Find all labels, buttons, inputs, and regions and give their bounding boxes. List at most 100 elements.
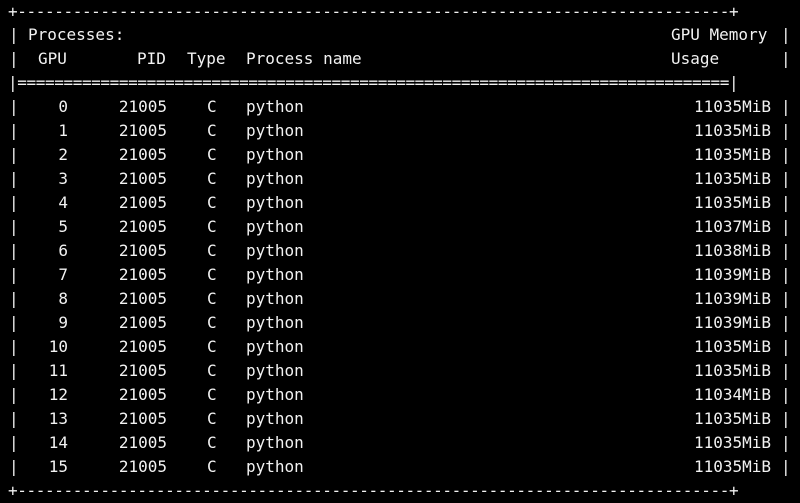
table-border-right: | (781, 265, 791, 284)
table-border-right: | (781, 337, 791, 356)
table-border-left: | (9, 193, 19, 212)
process-name: python (246, 97, 304, 116)
process-name: python (246, 337, 304, 356)
gpu-memory-usage: 11039MiB (693, 313, 771, 332)
table-row: | 3 21005 Cpython 11035MiB | (0, 167, 800, 191)
gpu-index: 8 (58, 289, 68, 308)
process-pid: 21005 (118, 145, 167, 164)
table-border-right: | (781, 97, 791, 116)
table-border-right: | (781, 289, 791, 308)
table-border-left: | (9, 49, 19, 68)
process-pid: 21005 (118, 193, 167, 212)
process-pid: 21005 (118, 457, 167, 476)
process-type: C (207, 385, 217, 404)
process-type: C (207, 241, 217, 260)
process-pid: 21005 (118, 265, 167, 284)
gpu-index: 3 (58, 169, 68, 188)
table-row: | 14 21005 Cpython 11035MiB | (0, 431, 800, 455)
process-type: C (207, 97, 217, 116)
process-type: C (207, 337, 217, 356)
process-name: python (246, 265, 304, 284)
table-border-left: | (9, 265, 19, 284)
process-pid: 21005 (118, 313, 167, 332)
table-border-right: | (781, 49, 791, 68)
gpu-index: 1 (58, 121, 68, 140)
gpu-index: 12 (48, 385, 68, 404)
table-border-right: | (781, 241, 791, 260)
gpu-index: 5 (58, 217, 68, 236)
table-row: | 7 21005 Cpython 11039MiB | (0, 263, 800, 287)
gpu-memory-header: GPU Memory (671, 25, 768, 44)
gpu-index: 15 (48, 457, 68, 476)
process-type: C (207, 217, 217, 236)
column-header-gpu: GPU (38, 49, 67, 68)
process-pid: 21005 (118, 385, 167, 404)
process-pid: 21005 (118, 409, 167, 428)
table-row: | 8 21005 Cpython 11039MiB | (0, 287, 800, 311)
gpu-memory-usage: 11035MiB (693, 169, 771, 188)
process-type: C (207, 145, 217, 164)
table-row: | 9 21005 Cpython 11039MiB | (0, 311, 800, 335)
gpu-index: 13 (48, 409, 68, 428)
gpu-index: 14 (48, 433, 68, 452)
processes-title: Processes: (28, 25, 125, 44)
gpu-index: 9 (58, 313, 68, 332)
gpu-memory-usage: 11039MiB (693, 289, 771, 308)
process-name: python (246, 409, 304, 428)
process-name: python (246, 385, 304, 404)
process-name: python (246, 217, 304, 236)
process-name: python (246, 193, 304, 212)
gpu-memory-usage: 11035MiB (693, 361, 771, 380)
table-border-left: | (9, 457, 19, 476)
process-pid: 21005 (118, 289, 167, 308)
process-name: python (246, 121, 304, 140)
header-separator: |=======================================… (8, 73, 739, 92)
process-type: C (207, 265, 217, 284)
table-row: | 10 21005 Cpython 11035MiB | (0, 335, 800, 359)
process-type: C (207, 313, 217, 332)
gpu-memory-usage: 11035MiB (693, 457, 771, 476)
table-border-left: | (9, 121, 19, 140)
gpu-memory-usage: 11037MiB (693, 217, 771, 236)
gpu-memory-usage: 11034MiB (693, 385, 771, 404)
gpu-index: 0 (58, 97, 68, 116)
table-border-right: | (781, 217, 791, 236)
process-pid: 21005 (118, 433, 167, 452)
table-border-left: | (9, 25, 19, 44)
gpu-index: 10 (48, 337, 68, 356)
table-border-right: | (781, 385, 791, 404)
header-row-2: | GPU PID Type Process name Usage | (0, 47, 800, 71)
process-name: python (246, 433, 304, 452)
table-border-left: | (9, 289, 19, 308)
process-pid: 21005 (118, 121, 167, 140)
process-name: python (246, 241, 304, 260)
column-header-pid: PID (137, 49, 166, 68)
table-border-right: | (781, 433, 791, 452)
table-row: | 6 21005 Cpython 11038MiB | (0, 239, 800, 263)
table-bottom-border: +---------------------------------------… (8, 481, 739, 500)
process-name: python (246, 145, 304, 164)
table-border-right: | (781, 193, 791, 212)
table-border-left: | (9, 409, 19, 428)
process-type: C (207, 433, 217, 452)
process-type: C (207, 121, 217, 140)
gpu-memory-usage: 11038MiB (693, 241, 771, 260)
table-border-right: | (781, 25, 791, 44)
process-name: python (246, 313, 304, 332)
column-header-type: Type (187, 49, 226, 68)
process-type: C (207, 169, 217, 188)
process-pid: 21005 (118, 361, 167, 380)
table-top-border: +---------------------------------------… (8, 2, 739, 21)
table-border-left: | (9, 97, 19, 116)
gpu-memory-usage: 11035MiB (693, 121, 771, 140)
table-border-left: | (9, 241, 19, 260)
process-pid: 21005 (118, 97, 167, 116)
table-border-right: | (781, 145, 791, 164)
table-row: | 11 21005 Cpython 11035MiB | (0, 359, 800, 383)
process-name: python (246, 289, 304, 308)
process-pid: 21005 (118, 217, 167, 236)
table-border-left: | (9, 217, 19, 236)
process-type: C (207, 289, 217, 308)
process-type: C (207, 193, 217, 212)
process-name: python (246, 457, 304, 476)
